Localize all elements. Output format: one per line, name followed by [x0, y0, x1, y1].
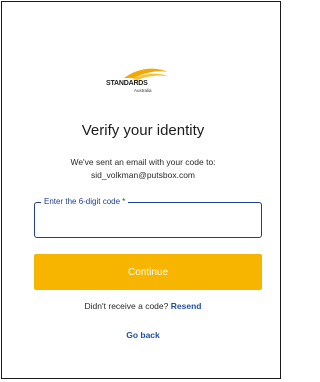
code-field[interactable]: Enter the 6-digit code * [34, 196, 262, 238]
resend-prompt: Didn't receive a code? [84, 301, 169, 311]
resend-row: Didn't receive a code? Resend [2, 301, 284, 311]
email-sent-message: We've sent an email with your code to: [70, 157, 216, 167]
verify-identity-page: STANDARDS Australia Verify your identity… [0, 0, 284, 382]
resend-link[interactable]: Resend [171, 301, 202, 311]
go-back-link[interactable]: Go back [126, 330, 160, 340]
login-card: STANDARDS Australia Verify your identity… [1, 1, 281, 379]
email-address: sid_volkman@putsbox.com [90, 170, 196, 180]
standards-australia-logo: STANDARDS Australia [102, 64, 182, 104]
page-title: Verify your identity [81, 122, 205, 139]
logo-wordmark: STANDARDS [106, 80, 148, 87]
go-back-row: Go back [2, 330, 284, 340]
continue-button[interactable]: Continue [34, 254, 262, 290]
logo-subtext: Australia [134, 88, 152, 93]
code-input[interactable] [35, 203, 261, 237]
